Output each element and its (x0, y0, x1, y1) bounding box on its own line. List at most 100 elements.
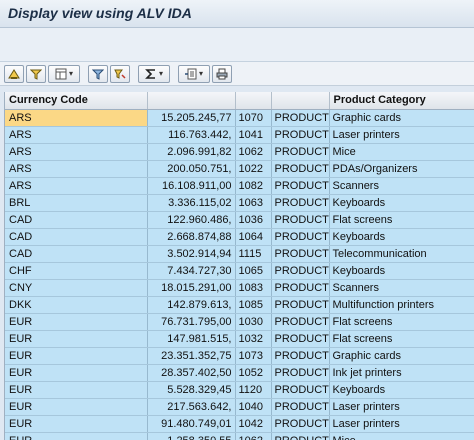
table-cell[interactable]: PRODUCT (271, 364, 330, 382)
table-cell[interactable]: Keyboards (329, 194, 474, 212)
table-cell[interactable]: 1115 (235, 245, 272, 263)
table-cell[interactable]: 1.258.350,55 (147, 432, 236, 440)
table-cell[interactable]: PRODUCT (271, 330, 330, 348)
table-cell[interactable]: 1070 (235, 109, 272, 127)
table-cell[interactable]: CNY (5, 279, 148, 297)
table-cell[interactable]: 5.528.329,45 (147, 381, 236, 399)
table-cell[interactable]: 1063 (235, 194, 272, 212)
filter-button[interactable] (88, 64, 108, 83)
table-cell[interactable]: Scanners (329, 279, 474, 297)
table-cell[interactable]: 1062 (235, 143, 272, 161)
details-button[interactable] (4, 64, 24, 83)
table-cell[interactable]: CAD (5, 228, 148, 246)
table-cell[interactable]: 91.480.749,01 (147, 415, 236, 433)
table-cell[interactable]: DKK (5, 296, 148, 314)
table-cell[interactable]: EUR (5, 347, 148, 365)
table-cell[interactable]: ARS (5, 143, 148, 161)
table-cell[interactable]: Graphic cards (329, 347, 474, 365)
table-row[interactable]: CAD 2.668.874,88 1064 PRODUCT Keyboards (5, 228, 474, 246)
table-cell[interactable]: ARS (5, 160, 148, 178)
table-cell[interactable]: Keyboards (329, 228, 474, 246)
table-cell[interactable]: Flat screens (329, 211, 474, 229)
table-cell[interactable]: 3.502.914,94 (147, 245, 236, 263)
export-button[interactable]: ▾ (178, 64, 210, 83)
table-cell[interactable]: 1062 (235, 432, 272, 440)
table-cell[interactable]: 1040 (235, 398, 272, 416)
table-cell[interactable]: 1085 (235, 296, 272, 314)
table-cell[interactable]: 16.108.911,00 (147, 177, 236, 195)
table-cell[interactable]: Telecommunication (329, 245, 474, 263)
table-cell[interactable]: EUR (5, 381, 148, 399)
table-cell[interactable]: 1082 (235, 177, 272, 195)
table-cell[interactable]: Ink jet printers (329, 364, 474, 382)
table-row[interactable]: EUR 217.563.642, 1040 PRODUCT Laser printers (5, 398, 474, 416)
table-cell[interactable]: PRODUCT (271, 194, 330, 212)
table-row[interactable]: EUR 147.981.515, 1032 PRODUCT Flat screens (5, 330, 474, 348)
column-header[interactable] (235, 92, 272, 110)
table-cell[interactable]: PRODUCT (271, 143, 330, 161)
table-cell[interactable]: 1083 (235, 279, 272, 297)
table-cell[interactable]: 217.563.642, (147, 398, 236, 416)
table-cell[interactable]: CAD (5, 211, 148, 229)
table-cell[interactable]: 1032 (235, 330, 272, 348)
table-cell[interactable]: 76.731.795,00 (147, 313, 236, 331)
table-cell[interactable]: PRODUCT (271, 126, 330, 144)
table-cell[interactable]: Mice (329, 143, 474, 161)
table-cell[interactable]: EUR (5, 398, 148, 416)
column-header[interactable]: Currency Code (5, 92, 148, 110)
table-row[interactable]: EUR 5.528.329,45 1120 PRODUCT Keyboards (5, 381, 474, 399)
table-cell[interactable]: PRODUCT (271, 109, 330, 127)
layout-dropdown-button[interactable]: ▾ (48, 64, 80, 83)
table-cell[interactable]: PRODUCT (271, 211, 330, 229)
table-cell[interactable]: PRODUCT (271, 381, 330, 399)
table-cell[interactable]: PRODUCT (271, 160, 330, 178)
table-cell[interactable]: 23.351.352,75 (147, 347, 236, 365)
table-cell[interactable]: ARS (5, 177, 148, 195)
table-cell[interactable]: 1030 (235, 313, 272, 331)
table-cell[interactable]: Laser printers (329, 398, 474, 416)
column-header[interactable] (271, 92, 330, 110)
table-row[interactable]: CNY 18.015.291,00 1083 PRODUCT Scanners (5, 279, 474, 297)
filter-settings-button[interactable] (110, 64, 130, 83)
table-cell[interactable]: Flat screens (329, 330, 474, 348)
table-row[interactable]: DKK 142.879.613, 1085 PRODUCT Multifunction … (5, 296, 474, 314)
table-cell[interactable]: EUR (5, 364, 148, 382)
table-row[interactable]: BRL 3.336.115,02 1063 PRODUCT Keyboards (5, 194, 474, 212)
table-cell[interactable]: PRODUCT (271, 279, 330, 297)
table-cell[interactable]: 7.434.727,30 (147, 262, 236, 280)
table-row[interactable]: ARS 116.763.442, 1041 PRODUCT Laser printers (5, 126, 474, 144)
table-cell[interactable]: 1120 (235, 381, 272, 399)
table-cell[interactable]: 2.096.991,82 (147, 143, 236, 161)
table-cell[interactable]: PRODUCT (271, 228, 330, 246)
table-row[interactable]: EUR 76.731.795,00 1030 PRODUCT Flat screens (5, 313, 474, 331)
sum-button[interactable]: ▾ (138, 64, 170, 83)
table-cell[interactable]: ARS (5, 126, 148, 144)
table-cell[interactable]: PRODUCT (271, 296, 330, 314)
table-cell[interactable]: 15.205.245,77 (147, 109, 236, 127)
table-cell[interactable]: Mice (329, 432, 474, 440)
table-cell[interactable]: Laser printers (329, 126, 474, 144)
table-cell[interactable]: 147.981.515, (147, 330, 236, 348)
table-cell[interactable]: 2.668.874,88 (147, 228, 236, 246)
table-cell[interactable]: PRODUCT (271, 398, 330, 416)
table-cell[interactable]: Keyboards (329, 262, 474, 280)
table-row[interactable]: ARS 15.205.245,77 1070 PRODUCT Graphic cards (5, 109, 474, 127)
table-row[interactable]: EUR1.258.350,551062PRODUCTMice (5, 432, 474, 440)
table-cell[interactable]: 1064 (235, 228, 272, 246)
table-cell[interactable]: 3.336.115,02 (147, 194, 236, 212)
column-header[interactable]: Product Category (329, 92, 474, 110)
table-row[interactable]: EUR 23.351.352,75 1073 PRODUCT Graphic cards (5, 347, 474, 365)
table-cell[interactable]: EUR (5, 330, 148, 348)
table-cell[interactable]: 1041 (235, 126, 272, 144)
table-cell[interactable]: PRODUCT (271, 313, 330, 331)
table-cell[interactable]: 122.960.486, (147, 211, 236, 229)
table-cell[interactable]: PRODUCT (271, 177, 330, 195)
table-cell[interactable]: EUR (5, 432, 148, 440)
table-row[interactable]: EUR 91.480.749,01 1042 PRODUCT Laser printer… (5, 415, 474, 433)
table-cell[interactable]: 1052 (235, 364, 272, 382)
table-cell[interactable]: BRL (5, 194, 148, 212)
table-row[interactable]: CAD 122.960.486, 1036 PRODUCT Flat screens (5, 211, 474, 229)
table-row[interactable]: EUR 28.357.402,50 1052 PRODUCT Ink jet print… (5, 364, 474, 382)
column-header[interactable] (147, 92, 236, 110)
table-cell[interactable]: 142.879.613, (147, 296, 236, 314)
